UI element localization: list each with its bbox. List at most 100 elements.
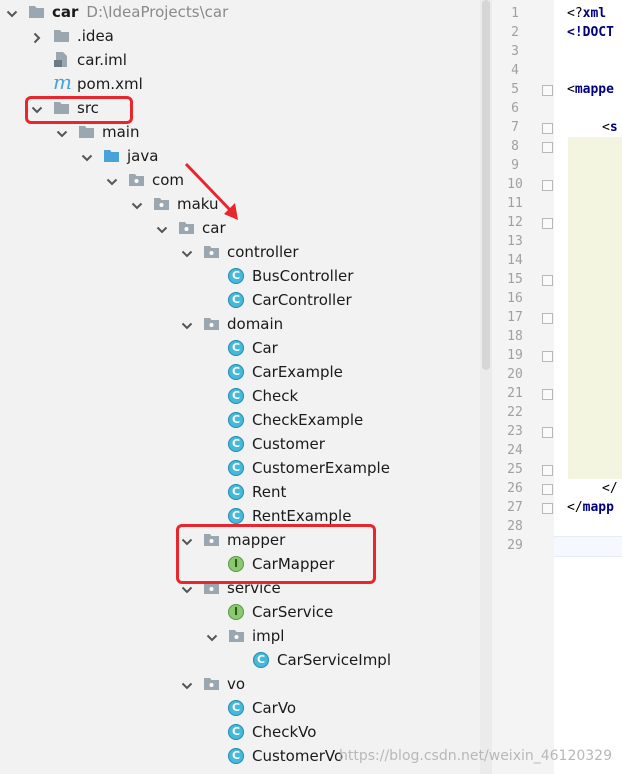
line-number: 24	[507, 443, 523, 458]
tree-row-car[interactable]: car D:\IdeaProjects\car	[0, 0, 480, 24]
line-number: 26	[507, 481, 523, 496]
tree-item-label: controller	[227, 243, 299, 261]
line-number: 13	[507, 234, 523, 249]
tree-row-checkexample[interactable]: C CheckExample	[0, 408, 480, 432]
tree-row-car-iml[interactable]: car.iml	[0, 48, 480, 72]
fold-marker-icon[interactable]	[542, 427, 553, 438]
class-icon: C	[228, 460, 244, 476]
code-line-26: </	[602, 481, 618, 496]
class-icon: C	[228, 412, 244, 428]
project-path: D:\IdeaProjects\car	[86, 3, 229, 21]
line-number: 19	[507, 348, 523, 363]
tree-item-label: CarVo	[252, 699, 297, 717]
chevron-down-icon[interactable]	[106, 173, 118, 186]
tree-row-carexample[interactable]: C CarExample	[0, 360, 480, 384]
code-line-1: <?xml	[567, 6, 607, 21]
fold-marker-icon[interactable]	[542, 313, 553, 324]
chevron-down-icon[interactable]	[206, 629, 218, 642]
code-line-5: <mappe	[567, 82, 614, 97]
tree-item-label: impl	[252, 627, 285, 645]
watermark: https://blog.csdn.net/weixin_46120329	[338, 748, 612, 764]
tree-item-label: Car	[252, 339, 278, 357]
chevron-down-icon[interactable]	[181, 245, 193, 258]
tree-item-label: CarServiceImpl	[277, 651, 391, 669]
chevron-down-icon[interactable]	[56, 125, 68, 138]
tree-row-pom-xml[interactable]: m pom.xml	[0, 70, 480, 96]
tree-item-label: CustomerVo	[252, 747, 344, 765]
tree-row-impl[interactable]: impl	[0, 624, 480, 648]
fold-marker-icon[interactable]	[542, 85, 553, 96]
line-number: 15	[507, 272, 523, 287]
line-number: 9	[511, 158, 519, 173]
tree-row-rent[interactable]: C Rent	[0, 480, 480, 504]
class-icon: C	[228, 340, 244, 356]
tree-item-label: CarExample	[252, 363, 343, 381]
chevron-down-icon[interactable]	[131, 197, 143, 210]
fold-marker-icon[interactable]	[542, 503, 553, 514]
line-number: 27	[507, 500, 523, 515]
fold-marker-icon[interactable]	[542, 218, 553, 229]
package-icon	[203, 315, 220, 332]
line-number: 16	[507, 291, 523, 306]
tree-row-carvo[interactable]: C CarVo	[0, 696, 480, 720]
chevron-down-icon[interactable]	[156, 221, 168, 234]
tree-row-car[interactable]: C Car	[0, 336, 480, 360]
line-number: 23	[507, 424, 523, 439]
fold-marker-icon[interactable]	[542, 389, 553, 400]
tree-item-label: CustomerExample	[252, 459, 390, 477]
tree-item-label: CarService	[252, 603, 334, 621]
tree-row-customerexample[interactable]: C CustomerExample	[0, 456, 480, 480]
chevron-down-icon[interactable]	[6, 5, 18, 18]
chevron-down-icon[interactable]	[181, 677, 193, 690]
code-editor[interactable]: <?xml <!DOCT <mappe <s </ </mapp	[554, 0, 622, 774]
code-line-27: </mapp	[567, 500, 614, 515]
code-line-7: <s	[602, 120, 618, 135]
tree-row-check[interactable]: C Check	[0, 384, 480, 408]
chevron-down-icon[interactable]	[181, 317, 193, 330]
folder-icon	[53, 27, 70, 44]
tree-item-label: .idea	[77, 27, 114, 45]
tree-row-buscontroller[interactable]: C BusController	[0, 264, 480, 288]
package-icon	[228, 627, 245, 644]
line-number: 5	[511, 82, 519, 97]
fold-marker-icon[interactable]	[542, 142, 553, 153]
chevron-down-icon[interactable]	[81, 149, 93, 162]
line-number: 14	[507, 253, 523, 268]
tree-row-domain[interactable]: domain	[0, 312, 480, 336]
line-number: 18	[507, 329, 523, 344]
tree-row-idea[interactable]: .idea	[0, 24, 480, 48]
tree-row-carserviceimpl[interactable]: C CarServiceImpl	[0, 648, 480, 672]
class-icon: C	[228, 700, 244, 716]
fold-marker-icon[interactable]	[542, 123, 553, 134]
package-icon	[203, 675, 220, 692]
chevron-right-icon[interactable]	[31, 29, 43, 44]
class-icon: C	[228, 484, 244, 500]
fold-marker-icon[interactable]	[542, 351, 553, 362]
line-number: 29	[507, 538, 523, 553]
line-number: 8	[511, 139, 519, 154]
fold-marker-icon[interactable]	[542, 275, 553, 286]
tree-row-carcontroller[interactable]: C CarController	[0, 288, 480, 312]
line-number: 4	[511, 63, 519, 78]
fold-marker-icon[interactable]	[542, 484, 553, 495]
tree-item-label: vo	[227, 675, 246, 693]
fold-marker-icon[interactable]	[542, 180, 553, 191]
class-icon: C	[228, 436, 244, 452]
tree-item-label: pom.xml	[77, 75, 143, 93]
tree-item-label: Customer	[252, 435, 325, 453]
tree-row-checkvo[interactable]: C CheckVo	[0, 720, 480, 744]
tree-row-controller[interactable]: controller	[0, 240, 480, 264]
fold-marker-icon[interactable]	[542, 465, 553, 476]
tree-row-customer[interactable]: C Customer	[0, 432, 480, 456]
tree-row-carservice[interactable]: I CarService	[0, 600, 480, 624]
tree-row-vo[interactable]: vo	[0, 672, 480, 696]
tree-item-label: CheckExample	[252, 411, 364, 429]
tree-scrollbar[interactable]	[480, 0, 492, 774]
tree-scrollbar-thumb[interactable]	[482, 0, 490, 370]
tree-item-label: CarController	[252, 291, 352, 309]
line-number: 3	[511, 44, 519, 59]
line-number: 28	[507, 519, 523, 534]
line-number: 21	[507, 386, 523, 401]
code-line-2: <!DOCT	[567, 25, 614, 40]
source-folder-icon	[103, 147, 120, 164]
